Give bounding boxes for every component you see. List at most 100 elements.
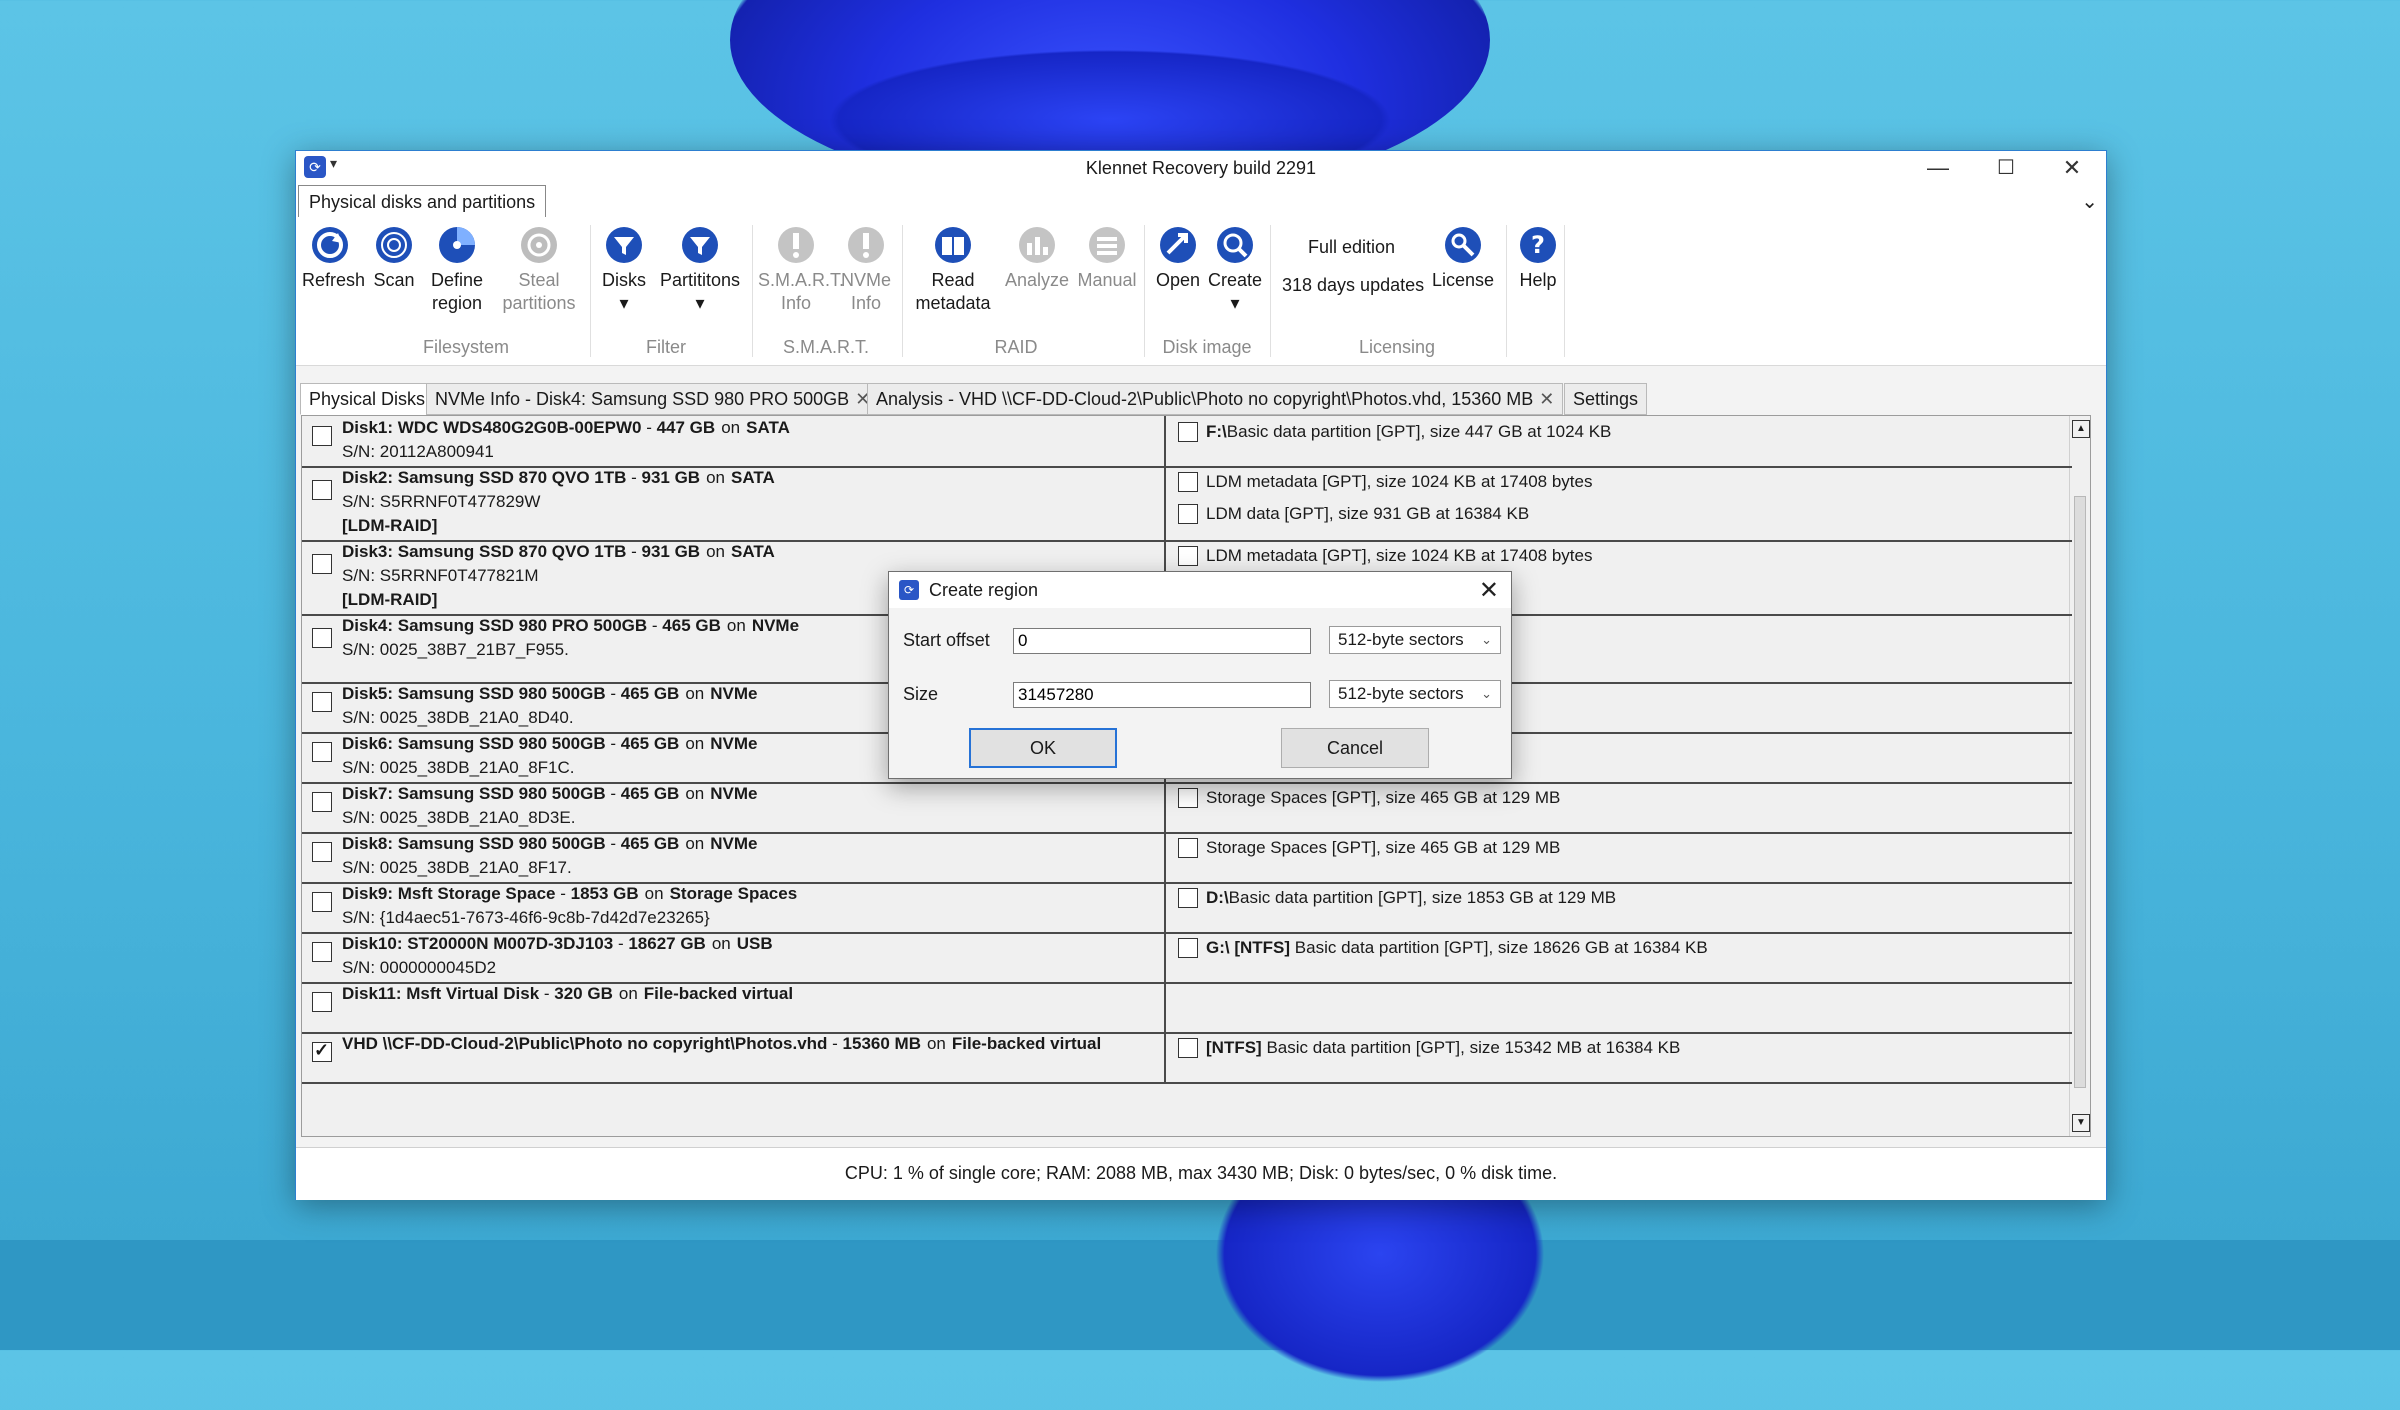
disk-name: Disk7: Samsung SSD 980 500GB bbox=[342, 784, 606, 803]
analyze-icon bbox=[1019, 227, 1055, 263]
disk-row[interactable]: Disk10: ST20000N M007D-3DJ103 - 18627 GB… bbox=[302, 932, 2072, 984]
manual-button[interactable]: Manual bbox=[1074, 223, 1140, 292]
disk-title: Disk5: Samsung SSD 980 500GB - 465 GB on N… bbox=[342, 682, 757, 706]
partition-item[interactable]: Storage Spaces [GPT], size 465 GB at 129… bbox=[1206, 786, 1560, 810]
disk-name: Disk10: ST20000N M007D-3DJ103 bbox=[342, 934, 614, 953]
disk-name: Disk4: Samsung SSD 980 PRO 500GB bbox=[342, 616, 648, 635]
partition-item[interactable]: G:\ [NTFS] Basic data partition [GPT], s… bbox=[1206, 936, 1708, 960]
disks-filter-button[interactable]: Disks ▾ bbox=[598, 223, 650, 315]
size-unit-select[interactable]: 512-byte sectors ⌄ bbox=[1329, 680, 1501, 708]
partition-checkbox[interactable] bbox=[1178, 788, 1198, 808]
ribbon: Refresh Scan Define region Steal partiti… bbox=[296, 217, 2106, 366]
partition-checkbox[interactable] bbox=[1178, 838, 1198, 858]
partition-checkbox[interactable] bbox=[1178, 938, 1198, 958]
partition-item[interactable]: [NTFS] Basic data partition [GPT], size … bbox=[1206, 1036, 1680, 1060]
app-icon: ⟳ bbox=[899, 580, 919, 600]
open-image-icon bbox=[1160, 227, 1196, 263]
scroll-up-icon[interactable]: ▲ bbox=[2072, 420, 2090, 438]
svg-text:?: ? bbox=[1531, 231, 1545, 259]
ribbon-tab-physical-disks[interactable]: Physical disks and partitions bbox=[298, 185, 547, 218]
disk-size: 465 GB bbox=[620, 684, 680, 703]
open-image-button[interactable]: Open bbox=[1150, 223, 1206, 292]
license-button[interactable]: License bbox=[1430, 223, 1496, 292]
partition-item[interactable]: LDM metadata [GPT], size 1024 KB at 1740… bbox=[1206, 470, 1592, 494]
dialog-title: Create region bbox=[929, 580, 1039, 600]
disk-row[interactable]: Disk2: Samsung SSD 870 QVO 1TB - 931 GB o… bbox=[302, 466, 2072, 542]
partition-item[interactable]: LDM data [GPT], size 931 GB at 16384 KB bbox=[1206, 502, 1529, 526]
disk-checkbox[interactable] bbox=[312, 554, 332, 574]
disk-row[interactable]: Disk11: Msft Virtual Disk - 320 GB on File… bbox=[302, 982, 2072, 1034]
smart-info-button[interactable]: S.M.A.R.T. Info bbox=[758, 223, 844, 315]
maximize-button[interactable]: ☐ bbox=[1972, 151, 2040, 185]
cancel-button[interactable]: Cancel bbox=[1281, 728, 1429, 768]
start-offset-input[interactable] bbox=[1013, 628, 1311, 654]
scan-button[interactable]: Scan bbox=[368, 223, 420, 292]
define-region-button[interactable]: Define region bbox=[422, 223, 492, 315]
disk-serial: S/N: 0025_38DB_21A0_8D3E. bbox=[342, 808, 576, 827]
disk-name: Disk11: Msft Virtual Disk bbox=[342, 984, 540, 1003]
refresh-button[interactable]: Refresh bbox=[302, 223, 365, 292]
partition-item[interactable]: D:\Basic data partition [GPT], size 1853… bbox=[1206, 886, 1616, 910]
partition-label: LDM metadata [GPT], size 1024 KB at 1740… bbox=[1206, 472, 1593, 491]
nvme-info-button[interactable]: NVMe Info bbox=[838, 223, 894, 315]
tab-settings[interactable]: Settings bbox=[1564, 383, 1648, 415]
disk-row[interactable]: Disk1: WDC WDS480G2G0B-00EPW0 - 447 GB on… bbox=[302, 416, 2072, 468]
disk-row[interactable]: Disk8: Samsung SSD 980 500GB - 465 GB on N… bbox=[302, 832, 2072, 884]
scroll-thumb[interactable] bbox=[2074, 496, 2086, 1088]
disk-checkbox[interactable] bbox=[312, 480, 332, 500]
ok-button[interactable]: OK bbox=[969, 728, 1117, 768]
disk-bus: File-backed virtual bbox=[951, 1034, 1102, 1053]
disk-name: VHD \\CF-DD-Cloud-2\Public\Photo no copy… bbox=[342, 1034, 828, 1053]
partition-checkbox[interactable] bbox=[1178, 888, 1198, 908]
tab-analysis[interactable]: Analysis - VHD \\CF-DD-Cloud-2\Public\Ph… bbox=[867, 383, 1564, 415]
minimize-button[interactable]: — bbox=[1904, 151, 1972, 185]
scroll-down-icon[interactable]: ▼ bbox=[2072, 1114, 2090, 1132]
partition-checkbox[interactable] bbox=[1178, 1038, 1198, 1058]
disk-row[interactable]: Disk7: Samsung SSD 980 500GB - 465 GB on N… bbox=[302, 782, 2072, 834]
disk-serial: S/N: 0000000045D2 bbox=[342, 958, 497, 977]
tab-physical-disks[interactable]: Physical Disks bbox=[300, 383, 435, 415]
help-button[interactable]: ? Help bbox=[1512, 223, 1564, 292]
partitions-filter-button[interactable]: Partititons ▾ bbox=[656, 223, 744, 315]
partition-item[interactable]: F:\Basic data partition [GPT], size 447 … bbox=[1206, 420, 1611, 444]
create-region-dialog: ⟳ Create region ✕ Start offset 512-byte … bbox=[888, 571, 1512, 779]
disk-checkbox[interactable] bbox=[312, 1040, 332, 1062]
partition-label: Basic data partition [GPT], size 1853 GB… bbox=[1228, 888, 1617, 907]
disk-checkbox[interactable] bbox=[312, 628, 332, 648]
disk-size: 465 GB bbox=[620, 784, 680, 803]
disk-on-label: on bbox=[618, 984, 638, 1003]
disk-row[interactable]: Disk9: Msft Storage Space - 1853 GB on Sto… bbox=[302, 882, 2072, 934]
tab-nvme-info[interactable]: NVMe Info - Disk4: Samsung SSD 980 PRO 5… bbox=[426, 383, 880, 415]
close-window-button[interactable]: ✕ bbox=[2038, 151, 2106, 185]
analyze-button[interactable]: Analyze bbox=[1004, 223, 1070, 292]
disk-checkbox[interactable] bbox=[312, 792, 332, 812]
partition-checkbox[interactable] bbox=[1178, 546, 1198, 566]
disk-row[interactable]: VHD \\CF-DD-Cloud-2\Public\Photo no copy… bbox=[302, 1032, 2072, 1084]
disk-title: Disk6: Samsung SSD 980 500GB - 465 GB on N… bbox=[342, 732, 757, 756]
read-metadata-button[interactable]: Read metadata bbox=[908, 223, 998, 315]
disk-checkbox[interactable] bbox=[312, 992, 332, 1012]
create-image-button[interactable]: Create ▾ bbox=[1206, 223, 1264, 315]
disk-checkbox[interactable] bbox=[312, 692, 332, 712]
disk-cell: Disk8: Samsung SSD 980 500GB - 465 GB on N… bbox=[302, 832, 1166, 882]
disk-checkbox[interactable] bbox=[312, 942, 332, 962]
disk-bus: Storage Spaces bbox=[669, 884, 798, 903]
start-offset-unit-select[interactable]: 512-byte sectors ⌄ bbox=[1329, 626, 1501, 654]
ribbon-collapse-icon[interactable]: ⌄ bbox=[2081, 189, 2098, 214]
disk-checkbox[interactable] bbox=[312, 742, 332, 762]
close-tab-icon[interactable]: ✕ bbox=[1539, 389, 1554, 409]
disk-bus: NVMe bbox=[710, 834, 758, 853]
close-icon[interactable]: ✕ bbox=[1479, 576, 1499, 605]
separator: - bbox=[613, 934, 629, 953]
steal-partitions-button[interactable]: Steal partitions bbox=[496, 223, 582, 315]
vertical-scrollbar[interactable]: ▲ ▼ bbox=[2069, 416, 2090, 1136]
size-input[interactable] bbox=[1013, 682, 1311, 708]
partition-item[interactable]: Storage Spaces [GPT], size 465 GB at 129… bbox=[1206, 836, 1560, 860]
partition-checkbox[interactable] bbox=[1178, 422, 1198, 442]
partition-checkbox[interactable] bbox=[1178, 472, 1198, 492]
disk-checkbox[interactable] bbox=[312, 892, 332, 912]
disk-checkbox[interactable] bbox=[312, 426, 332, 446]
partition-checkbox[interactable] bbox=[1178, 504, 1198, 524]
partition-item[interactable]: LDM metadata [GPT], size 1024 KB at 1740… bbox=[1206, 544, 1592, 568]
disk-checkbox[interactable] bbox=[312, 842, 332, 862]
